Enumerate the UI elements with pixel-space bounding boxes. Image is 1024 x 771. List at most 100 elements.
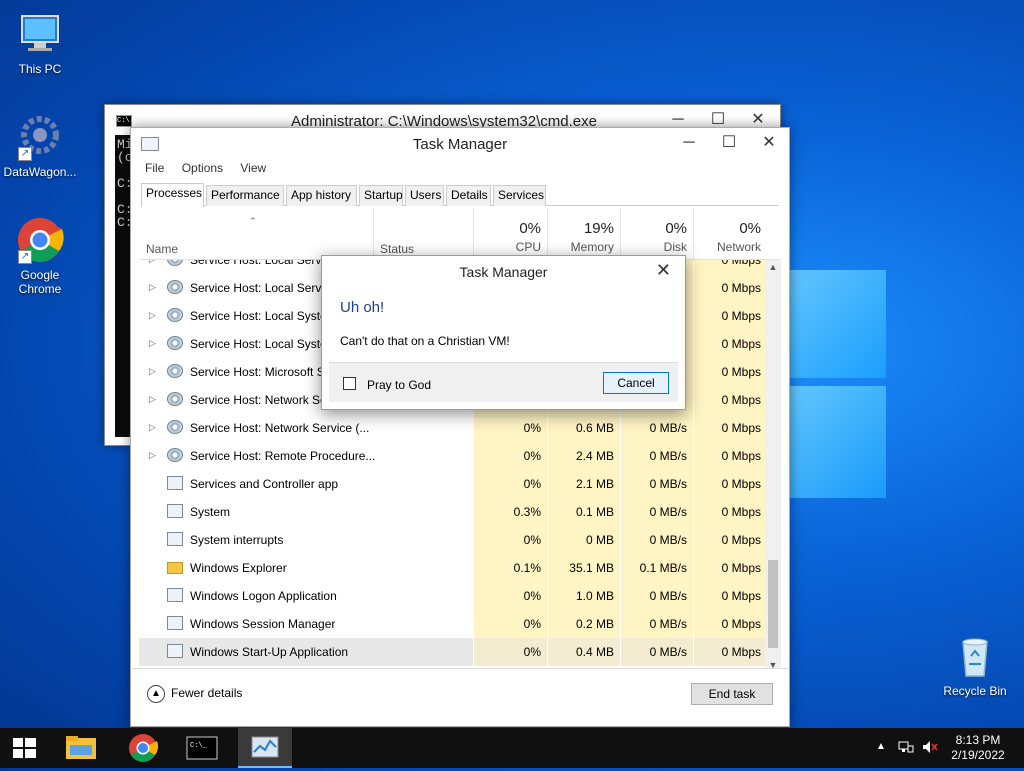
error-dialog[interactable]: Task Manager ✕ Uh oh! Can't do that on a… xyxy=(321,255,686,410)
scroll-up-arrow-icon[interactable]: ▲ xyxy=(765,262,781,272)
tab-app-history[interactable]: App history xyxy=(286,185,357,206)
network-icon[interactable] xyxy=(898,740,914,754)
process-net-cell: 0 Mbps xyxy=(693,386,767,414)
expand-chevron-icon[interactable]: ▷ xyxy=(149,366,156,377)
svg-text:C:\_: C:\_ xyxy=(190,742,208,750)
computer-icon xyxy=(16,10,64,58)
desktop-icon-label: DataWagon... xyxy=(3,165,77,179)
process-net-cell: 0 Mbps xyxy=(693,610,767,638)
column-status: Status xyxy=(380,242,415,256)
pray-checkbox-label[interactable]: Pray to God xyxy=(367,378,431,392)
volume-muted-icon[interactable] xyxy=(922,740,938,754)
scroll-thumb[interactable] xyxy=(768,560,778,648)
column-name[interactable]: Name xyxy=(146,242,178,256)
process-mem-cell: 1.0 MB xyxy=(547,582,620,610)
desktop-icon-chrome[interactable]: ↗ Google Chrome xyxy=(0,216,80,296)
minimize-button[interactable]: ─ xyxy=(669,128,709,158)
column-cpu[interactable]: 0% CPU xyxy=(473,208,547,260)
maximize-button[interactable]: ☐ xyxy=(709,128,749,158)
tab-performance[interactable]: Performance xyxy=(206,185,284,206)
folder-icon xyxy=(66,736,96,759)
gear-icon xyxy=(167,336,183,350)
process-row[interactable]: System interrupts 0% 0 MB 0 MB/s 0 Mbps xyxy=(139,526,767,554)
process-list-scrollbar[interactable]: ▲ ▼ xyxy=(765,260,781,672)
taskbar-file-explorer[interactable] xyxy=(54,728,108,768)
expand-chevron-icon[interactable]: ▷ xyxy=(149,450,156,461)
process-net-cell: 0 Mbps xyxy=(693,260,767,274)
close-button[interactable]: ✕ xyxy=(749,128,789,158)
process-cpu-cell: 0% xyxy=(473,442,547,470)
shortcut-arrow-icon: ↗ xyxy=(18,250,32,264)
process-row[interactable]: Windows Logon Application 0% 1.0 MB 0 MB/s 0… xyxy=(139,582,767,610)
process-disk-cell: 0 MB/s xyxy=(620,582,693,610)
menu-view[interactable]: View xyxy=(240,161,266,175)
process-mem-cell: 35.1 MB xyxy=(547,554,620,582)
taskbar-task-manager[interactable] xyxy=(238,728,292,768)
chrome-icon: ↗ xyxy=(16,216,64,264)
process-cpu-cell: 0.3% xyxy=(473,498,547,526)
process-row[interactable]: Windows Explorer 0.1% 35.1 MB 0.1 MB/s 0 Mbp… xyxy=(139,554,767,582)
expand-chevron-icon[interactable]: ▷ xyxy=(149,260,156,265)
cancel-button[interactable]: Cancel xyxy=(603,372,669,394)
expand-chevron-icon[interactable]: ▷ xyxy=(149,310,156,321)
menu-bar: File Options View xyxy=(145,161,280,175)
process-row[interactable]: Services and Controller app 0% 2.1 MB 0 MB/… xyxy=(139,470,767,498)
expand-chevron-icon[interactable]: ▷ xyxy=(149,338,156,349)
gear-icon xyxy=(167,420,183,434)
taskmgr-titlebar[interactable]: Task Manager ─ ☐ ✕ xyxy=(131,128,789,160)
fewer-details-button[interactable]: ▲ Fewer details xyxy=(147,685,242,703)
desktop-icon-label: Google Chrome xyxy=(18,268,62,296)
process-name: Windows Logon Application xyxy=(190,589,337,603)
tab-processes[interactable]: Processes xyxy=(141,183,204,207)
dialog-close-icon[interactable]: ✕ xyxy=(656,260,671,281)
process-net-cell: 0 Mbps xyxy=(693,358,767,386)
process-name: System xyxy=(190,505,231,519)
tab-users[interactable]: Users xyxy=(405,185,444,206)
column-network[interactable]: 0% Network xyxy=(693,208,767,260)
tab-details[interactable]: Details xyxy=(446,185,491,206)
tray-overflow-chevron-icon[interactable]: ▲ xyxy=(876,741,886,752)
process-disk-cell: 0.1 MB/s xyxy=(620,554,693,582)
start-button[interactable] xyxy=(0,728,48,768)
taskbar-chrome[interactable] xyxy=(116,728,170,768)
column-disk[interactable]: 0% Disk xyxy=(620,208,693,260)
expand-chevron-icon[interactable]: ▷ xyxy=(149,282,156,293)
process-net-cell: 0 Mbps xyxy=(693,442,767,470)
process-net-cell: 0 Mbps xyxy=(693,582,767,610)
process-row[interactable]: Windows Start-Up Application 0% 0.4 MB 0 MB… xyxy=(139,638,767,666)
taskbar-cmd[interactable]: C:\_ xyxy=(175,728,229,768)
task-manager-window[interactable]: Task Manager ─ ☐ ✕ File Options View Pro… xyxy=(130,127,790,727)
tab-startup[interactable]: Startup xyxy=(359,185,403,206)
process-row[interactable]: ▷ Service Host: Remote Procedure... 0% 2.4 … xyxy=(139,442,767,470)
taskbar-clock[interactable]: 8:13 PM 2/19/2022 xyxy=(946,733,1010,763)
process-mem-cell: 0.1 MB xyxy=(547,498,620,526)
desktop-icon-this-pc[interactable]: This PC xyxy=(0,10,80,76)
process-mem-cell: 0.4 MB xyxy=(547,638,620,666)
process-row[interactable]: System 0.3% 0.1 MB 0 MB/s 0 Mbps xyxy=(139,498,767,526)
process-mem-cell: 0 MB xyxy=(547,526,620,554)
tab-services[interactable]: Services xyxy=(493,185,546,206)
menu-file[interactable]: File xyxy=(145,161,164,175)
column-status-header[interactable]: Status xyxy=(373,208,473,260)
end-task-button[interactable]: End task xyxy=(691,683,773,705)
desktop-icon-recycle-bin[interactable]: Recycle Bin xyxy=(935,632,1015,698)
gear-icon xyxy=(167,260,183,266)
process-name: Service Host: Microsoft S xyxy=(190,365,325,379)
process-mem-cell: 2.1 MB xyxy=(547,470,620,498)
process-row[interactable]: Windows Session Manager 0% 0.2 MB 0 MB/s 0 M… xyxy=(139,610,767,638)
disk-label: Disk xyxy=(663,240,687,254)
process-name: Windows Session Manager xyxy=(190,617,336,631)
process-disk-cell: 0 MB/s xyxy=(620,638,693,666)
process-name: Windows Start-Up Application xyxy=(190,645,349,659)
process-disk-cell: 0 MB/s xyxy=(620,498,693,526)
expand-chevron-icon[interactable]: ▷ xyxy=(149,422,156,433)
menu-options[interactable]: Options xyxy=(182,161,223,175)
pray-checkbox[interactable] xyxy=(343,377,356,390)
expand-chevron-icon[interactable]: ▷ xyxy=(149,394,156,405)
tab-strip: Processes Performance App history Startu… xyxy=(141,183,779,207)
column-memory[interactable]: 19% Memory xyxy=(547,208,620,260)
desktop-icon-datawagon[interactable]: ↗ DataWagon... xyxy=(0,113,80,179)
process-row[interactable]: ▷ Service Host: Network Service (... 0% 0.6… xyxy=(139,414,767,442)
app-window-icon xyxy=(167,644,183,658)
process-net-cell: 0 Mbps xyxy=(693,470,767,498)
